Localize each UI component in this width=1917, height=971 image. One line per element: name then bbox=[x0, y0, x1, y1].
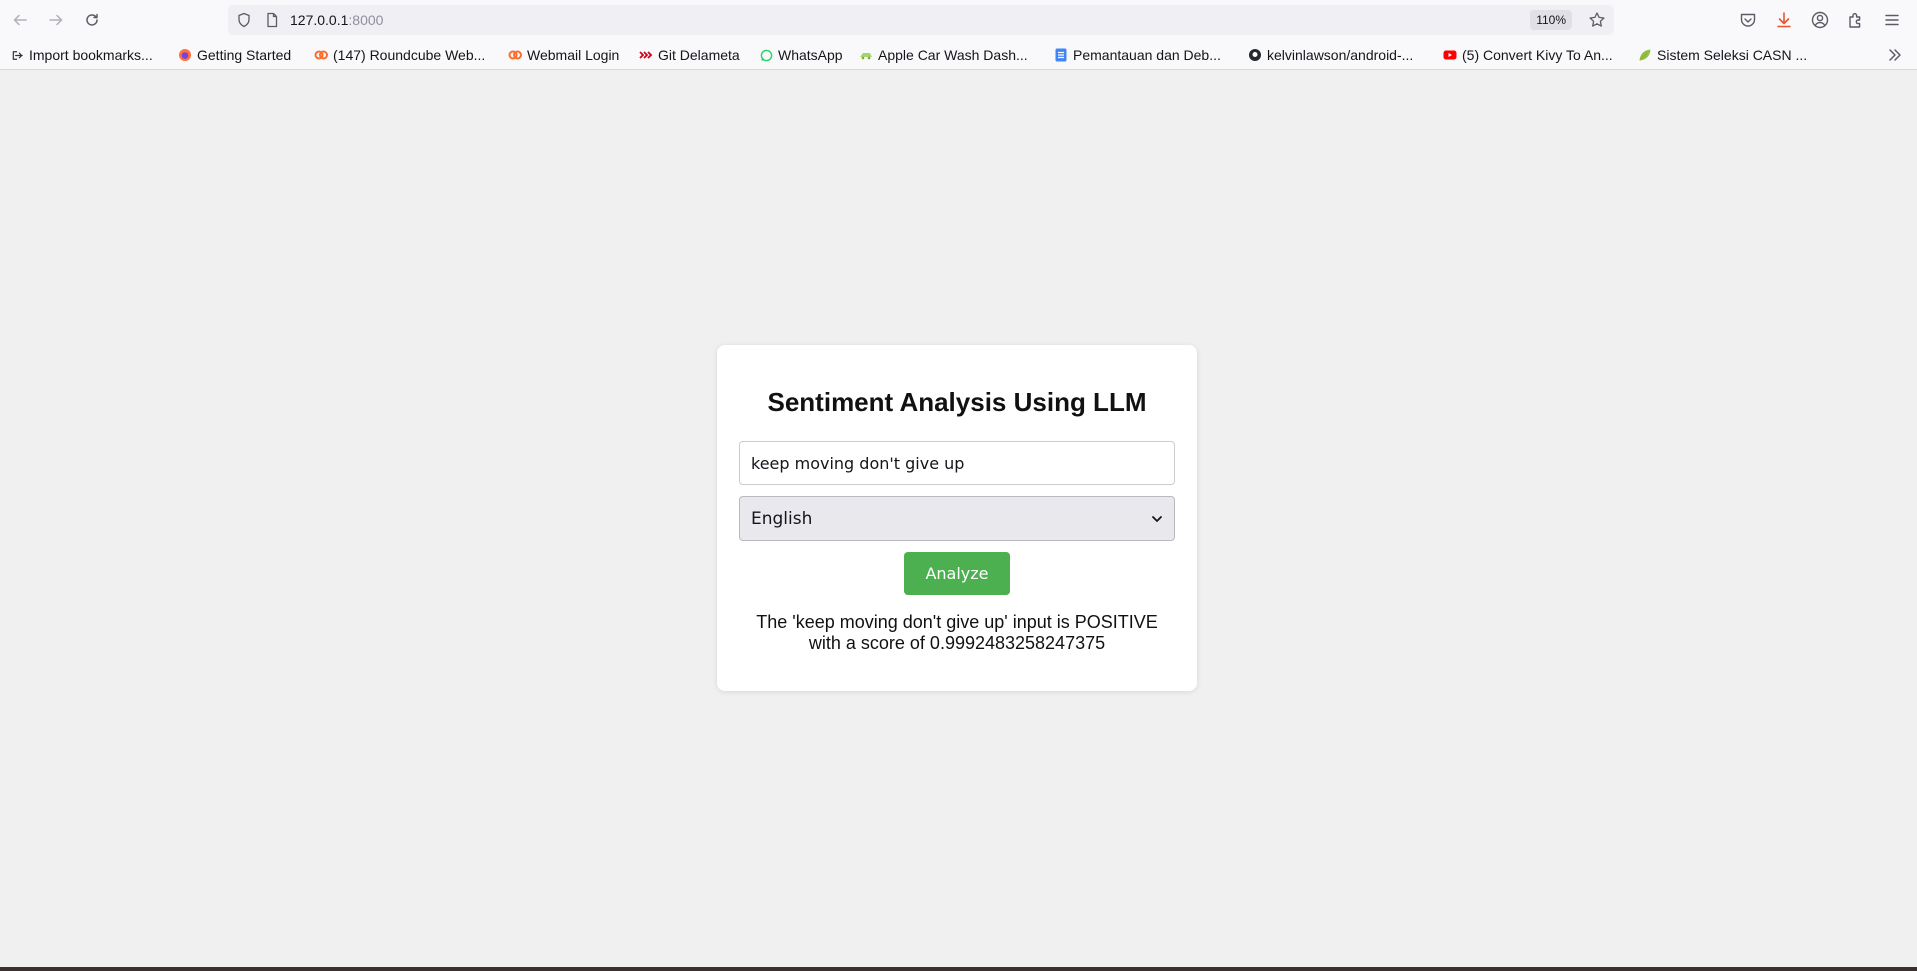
bookmark-label: Sistem Seleksi CASN ... bbox=[1657, 47, 1808, 63]
bookmarks-overflow-button[interactable] bbox=[1885, 45, 1905, 65]
cpanel-icon bbox=[314, 48, 328, 62]
bookmark-item[interactable]: Webmail Login bbox=[508, 45, 619, 65]
browser-toolbar: 127.0.0.1:8000 110% bbox=[0, 0, 1917, 40]
pocket-icon bbox=[1740, 13, 1756, 27]
bookmark-item[interactable]: Pemantauan dan Deb... bbox=[1054, 45, 1221, 65]
bookmark-label: kelvinlawson/android-... bbox=[1267, 47, 1414, 63]
cpanel-icon bbox=[508, 48, 522, 62]
pocket-button[interactable] bbox=[1738, 10, 1758, 30]
leaf-icon bbox=[1638, 48, 1652, 62]
page-info-icon[interactable] bbox=[264, 12, 280, 28]
bookmark-label: WhatsApp bbox=[778, 47, 843, 63]
analyze-button[interactable]: Analyze bbox=[904, 552, 1010, 595]
url-host: 127.0.0.1 bbox=[290, 12, 349, 28]
bookmark-item[interactable]: WhatsApp bbox=[759, 45, 843, 65]
bookmarks-toolbar: Import bookmarks... Getting Started (147… bbox=[0, 40, 1917, 70]
sentiment-card: Sentiment Analysis Using LLM English Ana… bbox=[717, 345, 1197, 691]
bookmark-item[interactable]: (147) Roundcube Web... bbox=[314, 45, 485, 65]
url-port: :8000 bbox=[348, 12, 384, 28]
text-input[interactable] bbox=[739, 441, 1175, 485]
reload-button[interactable] bbox=[78, 6, 106, 34]
address-bar[interactable]: 127.0.0.1:8000 110% bbox=[228, 5, 1614, 35]
car-wash-icon bbox=[859, 48, 873, 62]
bookmark-label: Apple Car Wash Dash... bbox=[878, 47, 1028, 63]
import-icon bbox=[10, 48, 24, 62]
arrow-left-icon bbox=[13, 14, 27, 26]
download-icon bbox=[1777, 12, 1791, 28]
bookmark-label: Pemantauan dan Deb... bbox=[1073, 47, 1221, 63]
bookmark-item[interactable]: kelvinlawson/android-... bbox=[1248, 45, 1413, 65]
downloads-button[interactable] bbox=[1774, 10, 1794, 30]
bookmark-item[interactable]: Getting Started bbox=[178, 45, 291, 65]
reload-icon bbox=[86, 13, 98, 26]
github-icon bbox=[1248, 48, 1262, 62]
git-icon bbox=[639, 48, 653, 62]
back-button[interactable] bbox=[6, 6, 34, 34]
result-text: The 'keep moving don't give up' input is… bbox=[756, 612, 1158, 653]
language-select[interactable]: English bbox=[739, 496, 1175, 541]
bookmark-item[interactable]: (5) Convert Kivy To An... bbox=[1443, 45, 1613, 65]
bottom-edge bbox=[0, 967, 1917, 971]
bookmark-label: (147) Roundcube Web... bbox=[333, 47, 486, 63]
bookmark-item[interactable]: Import bookmarks... bbox=[10, 45, 153, 65]
extensions-button[interactable] bbox=[1846, 10, 1866, 30]
bookmark-label: Import bookmarks... bbox=[29, 47, 153, 63]
account-icon bbox=[1811, 11, 1829, 29]
bookmark-item[interactable]: Sistem Seleksi CASN ... bbox=[1638, 45, 1807, 65]
zoom-level-badge[interactable]: 110% bbox=[1530, 10, 1572, 30]
bookmark-star-icon[interactable] bbox=[1588, 11, 1606, 29]
youtube-icon bbox=[1443, 48, 1457, 62]
arrow-right-icon bbox=[49, 14, 63, 26]
bookmark-label: Getting Started bbox=[197, 47, 292, 63]
bookmark-label: (5) Convert Kivy To An... bbox=[1462, 47, 1613, 63]
bookmark-item[interactable]: Apple Car Wash Dash... bbox=[859, 45, 1028, 65]
whatsapp-icon bbox=[759, 48, 773, 62]
chevron-double-right-icon bbox=[1889, 49, 1901, 61]
menu-button[interactable] bbox=[1882, 10, 1902, 30]
hamburger-menu-icon bbox=[1885, 14, 1899, 26]
firefox-icon bbox=[178, 48, 192, 62]
forward-button[interactable] bbox=[42, 6, 70, 34]
chevron-down-icon bbox=[1152, 516, 1162, 522]
shield-icon[interactable] bbox=[236, 12, 252, 28]
page-title: Sentiment Analysis Using LLM bbox=[767, 387, 1147, 417]
url-text: 127.0.0.1:8000 bbox=[290, 12, 383, 28]
puzzle-icon bbox=[1849, 13, 1861, 28]
language-selected-value: English bbox=[751, 508, 813, 529]
account-button[interactable] bbox=[1810, 10, 1830, 30]
doc-icon bbox=[1054, 48, 1068, 62]
bookmark-label: Git Delameta bbox=[658, 47, 740, 63]
bookmark-item[interactable]: Git Delameta bbox=[639, 45, 740, 65]
bookmark-label: Webmail Login bbox=[527, 47, 620, 63]
